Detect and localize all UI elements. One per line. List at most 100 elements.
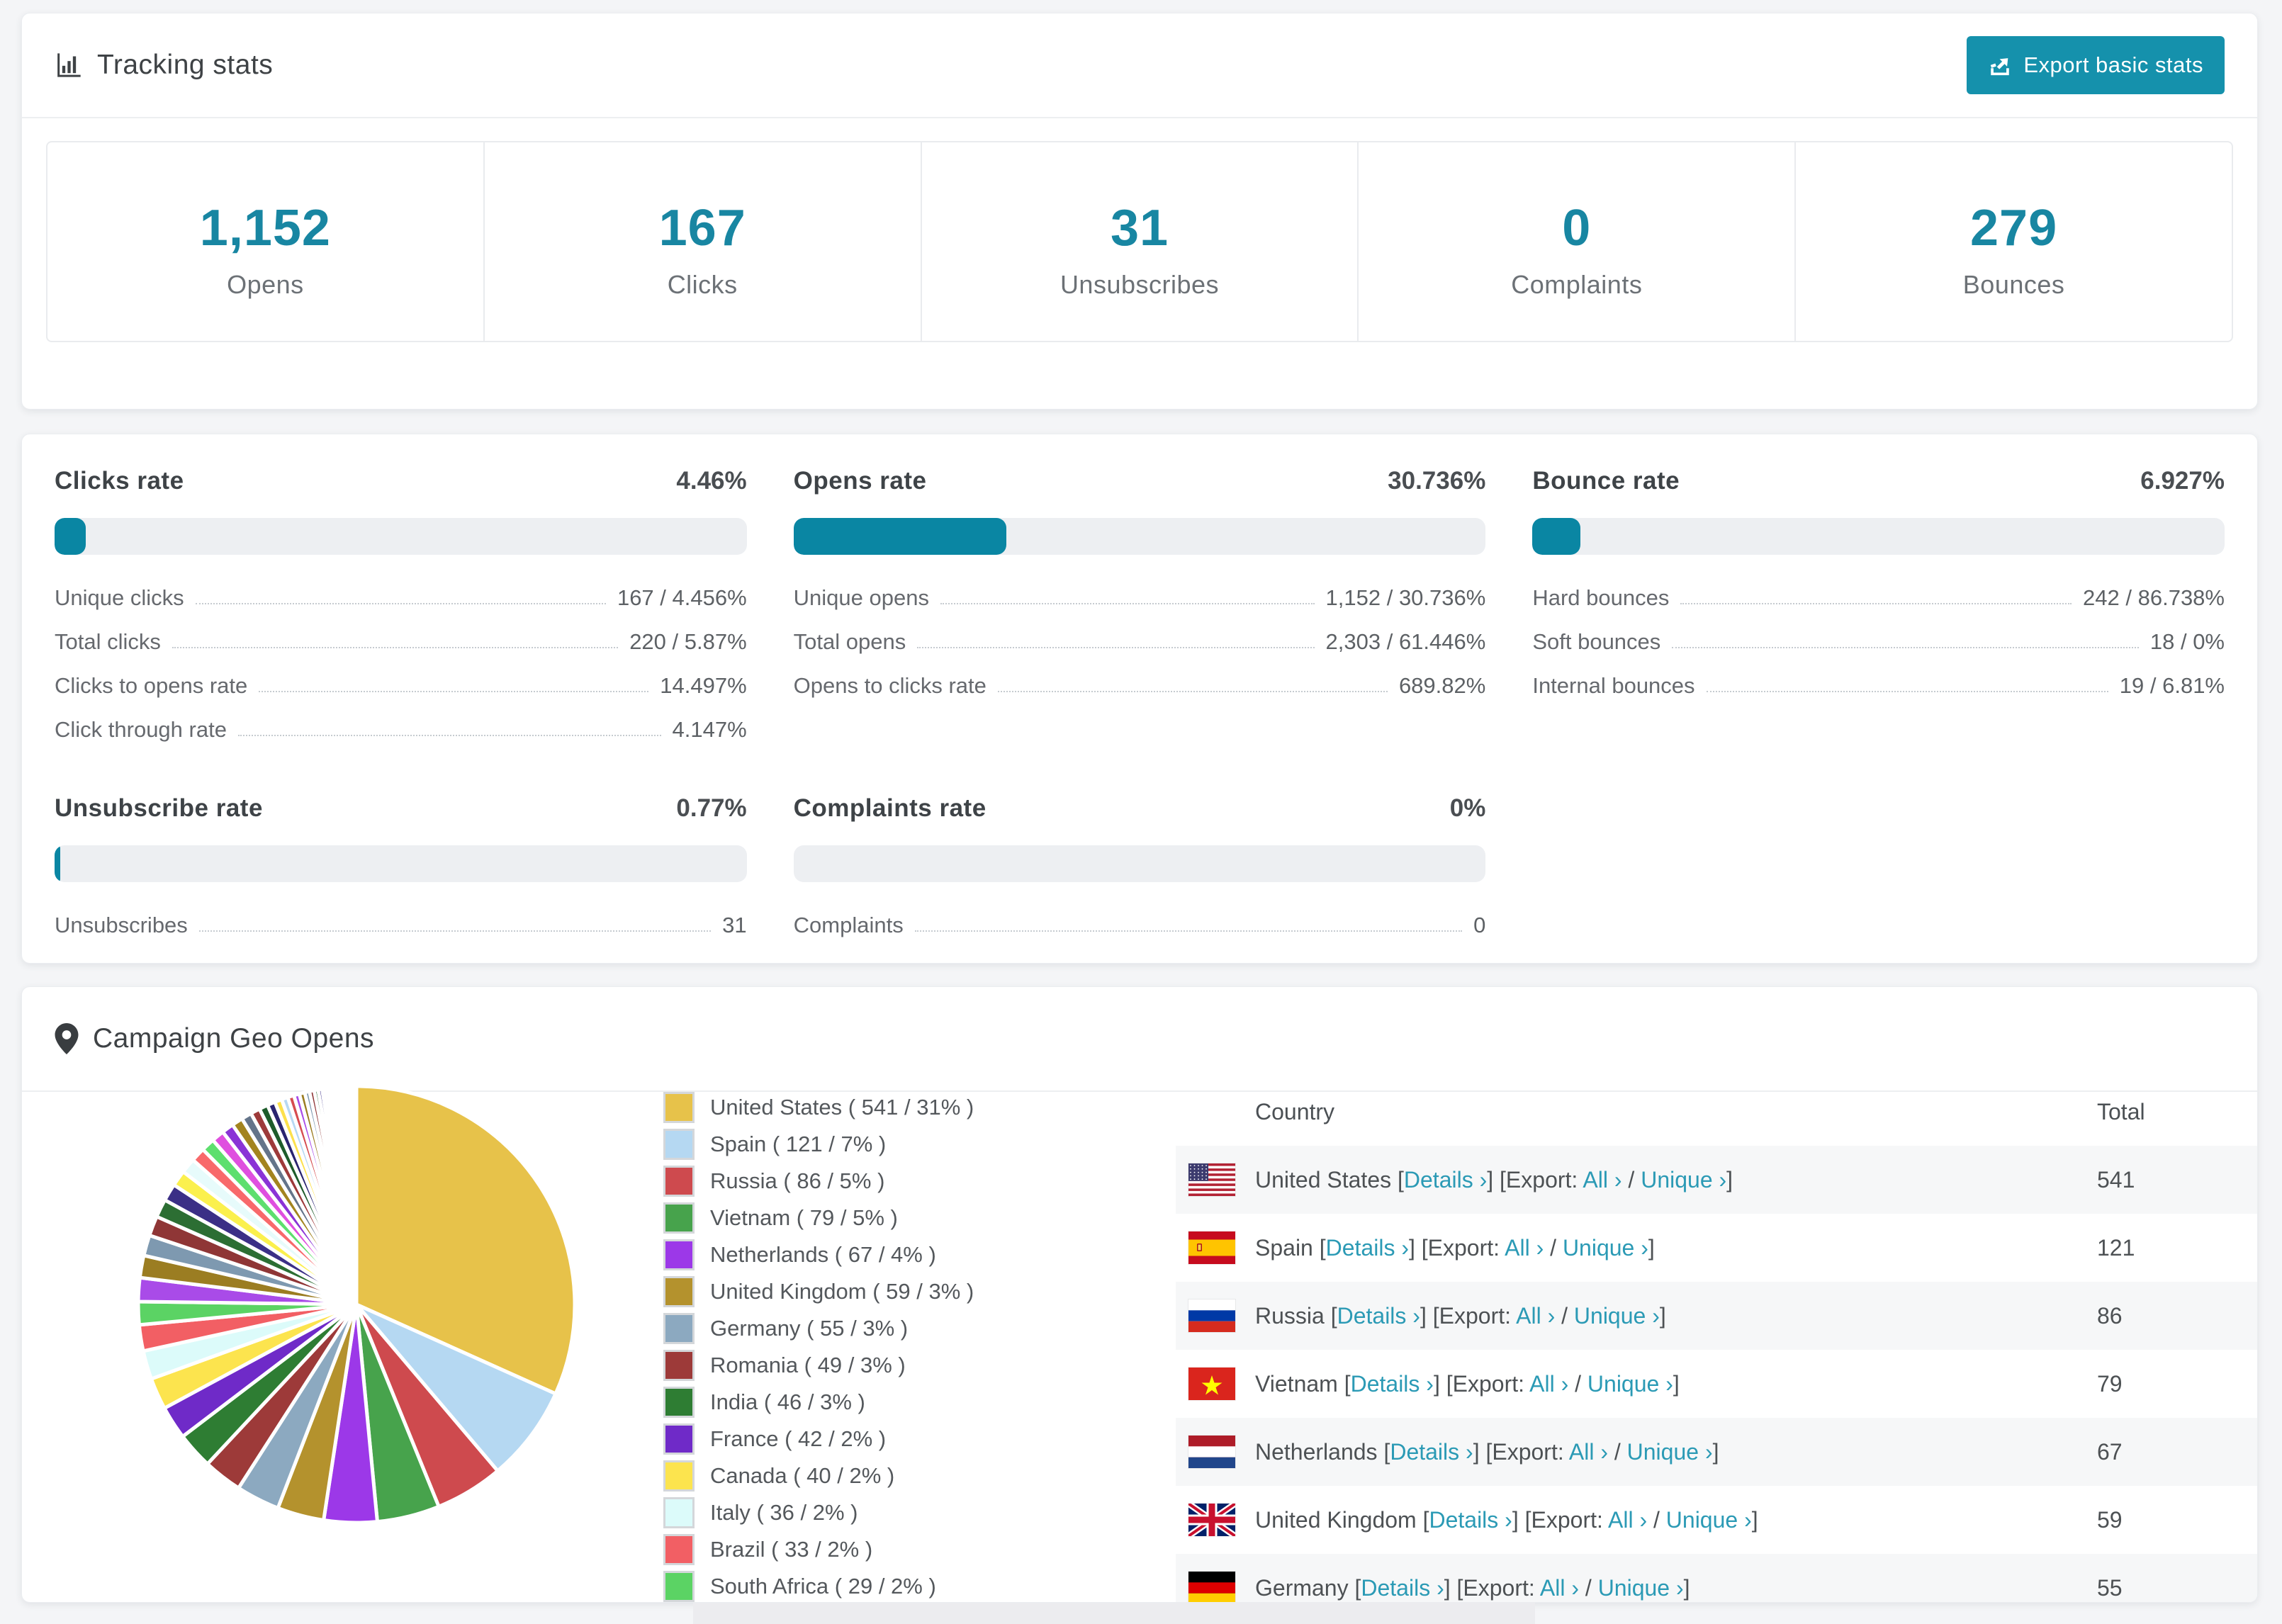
export-unique-link[interactable]: Unique › — [1598, 1575, 1684, 1601]
bounce-rate-progress-fill — [1532, 518, 1580, 555]
total-cell: 541 — [2097, 1166, 2135, 1192]
legend-swatch — [663, 1313, 695, 1344]
detail-row: Unique clicks 167 / 4.456% — [55, 576, 747, 620]
country-name: United Kingdom — [1255, 1506, 1417, 1533]
detail-label: Clicks to opens rate — [55, 673, 248, 698]
export-all-link[interactable]: All › — [1583, 1167, 1621, 1192]
legend-label: Canada ( 40 / 2% ) — [710, 1463, 895, 1488]
summary-label: Unsubscribes — [1060, 270, 1220, 299]
complaints-rate-progress-bar — [793, 845, 1486, 882]
flag-de-icon — [1176, 1572, 1255, 1602]
detail-value: 31 — [722, 913, 747, 937]
geo-title: Campaign Geo Opens — [93, 1023, 375, 1054]
detail-value: 4.147% — [672, 717, 747, 742]
legend-label: United Kingdom ( 59 / 3% ) — [710, 1279, 974, 1304]
campaign-geo-opens-card: Campaign Geo Opens United States ( 541 /… — [21, 986, 2258, 1603]
legend-swatch — [663, 1239, 695, 1270]
summary-cell-opens: 1,152 Opens — [47, 142, 485, 341]
dotted-leader — [997, 691, 1388, 692]
legend-item-netherlands: Netherlands ( 67 / 4% ) — [663, 1239, 974, 1270]
detail-value: 19 / 6.81% — [2119, 673, 2225, 698]
map-marker-icon — [55, 1023, 79, 1054]
summary-cell-complaints: 0 Complaints — [1359, 142, 1797, 341]
details-link[interactable]: Details › — [1326, 1235, 1409, 1261]
export-unique-link[interactable]: Unique › — [1666, 1507, 1752, 1533]
details-link[interactable]: Details › — [1351, 1371, 1434, 1397]
export-all-link[interactable]: All › — [1529, 1371, 1568, 1397]
geo-pie-legend: United States ( 541 / 31% ) Spain ( 121 /… — [663, 1092, 974, 1602]
legend-item-canada: Canada ( 40 / 2% ) — [663, 1460, 974, 1492]
details-link[interactable]: Details › — [1361, 1575, 1444, 1601]
summary-cell-unsubscribes: 31 Unsubscribes — [922, 142, 1359, 341]
summary-value: 0 — [1562, 200, 1592, 256]
export-unique-link[interactable]: Unique › — [1587, 1371, 1673, 1397]
summary-value: 1,152 — [199, 200, 331, 256]
details-link[interactable]: Details › — [1390, 1439, 1473, 1465]
detail-label: Hard bounces — [1532, 585, 1670, 610]
bottom-scroll-shadow — [693, 1603, 1535, 1624]
legend-swatch — [663, 1387, 695, 1418]
dotted-leader — [1706, 691, 2108, 692]
total-cell: 86 — [2097, 1302, 2123, 1329]
complaints-rate-title: Complaints rate — [793, 794, 987, 822]
export-all-link[interactable]: All › — [1569, 1439, 1608, 1465]
total-cell: 67 — [2097, 1438, 2123, 1465]
export-basic-stats-button[interactable]: Export basic stats — [1967, 36, 2225, 94]
geo-header: Campaign Geo Opens — [22, 987, 2257, 1092]
geo-pie-chart — [130, 1078, 583, 1531]
legend-label: Germany ( 55 / 3% ) — [710, 1316, 909, 1341]
table-row-nl: Netherlands [Details ›] [Export: All › /… — [1176, 1418, 2257, 1486]
legend-item-romania: Romania ( 49 / 3% ) — [663, 1350, 974, 1381]
export-all-link[interactable]: All › — [1540, 1575, 1579, 1601]
export-unique-link[interactable]: Unique › — [1563, 1235, 1648, 1261]
opens-rate-title: Opens rate — [793, 467, 927, 495]
detail-row: Click through rate 4.147% — [55, 708, 747, 752]
country-name: Spain — [1255, 1234, 1313, 1261]
flag-gb-icon — [1176, 1504, 1255, 1536]
country-cell: Germany [Details ›] [Export: All › / Uni… — [1255, 1574, 1690, 1601]
detail-label: Internal bounces — [1532, 673, 1695, 698]
total-cell: 55 — [2097, 1574, 2123, 1601]
detail-value: 1,152 / 30.736% — [1325, 585, 1486, 610]
details-link[interactable]: Details › — [1404, 1167, 1487, 1192]
detail-value: 18 / 0% — [2149, 629, 2225, 654]
country-name: Netherlands — [1255, 1438, 1378, 1465]
country-cell: Spain [Details ›] [Export: All › / Uniqu… — [1255, 1234, 1655, 1261]
detail-row: Total clicks 220 / 5.87% — [55, 620, 747, 664]
dotted-leader — [914, 930, 1463, 932]
details-link[interactable]: Details › — [1337, 1303, 1420, 1329]
legend-label: Russia ( 86 / 5% ) — [710, 1168, 885, 1193]
detail-value: 0 — [1473, 913, 1486, 937]
export-all-link[interactable]: All › — [1516, 1303, 1555, 1329]
detail-value: 167 / 4.456% — [617, 585, 747, 610]
total-cell: 59 — [2097, 1506, 2123, 1533]
bounce-rate-progress-bar — [1532, 518, 2225, 555]
legend-label: France ( 42 / 2% ) — [710, 1426, 887, 1451]
total-column-header: Total — [2097, 1098, 2145, 1124]
export-unique-link[interactable]: Unique › — [1627, 1439, 1713, 1465]
unsubscribe-rate-progress-fill — [55, 845, 60, 882]
summary-label: Complaints — [1511, 270, 1643, 299]
bar-chart-icon — [55, 51, 83, 79]
export-unique-link[interactable]: Unique › — [1574, 1303, 1660, 1329]
export-button-label: Export basic stats — [2023, 52, 2203, 77]
unsubscribe-rate-value: 0.77% — [676, 794, 747, 822]
summary-label: Bounces — [1962, 270, 2065, 299]
export-all-link[interactable]: All › — [1505, 1235, 1544, 1261]
table-row-us: United States [Details ›] [Export: All ›… — [1176, 1146, 2257, 1214]
legend-label: India ( 46 / 3% ) — [710, 1389, 865, 1414]
country-name: Germany — [1255, 1574, 1349, 1601]
clicks-rate-title: Clicks rate — [55, 467, 184, 495]
legend-item-france: France ( 42 / 2% ) — [663, 1423, 974, 1455]
clicks-rate-progress-bar — [55, 518, 747, 555]
legend-swatch — [663, 1460, 695, 1492]
details-link[interactable]: Details › — [1429, 1507, 1512, 1533]
unsubscribe-rate-progress-bar — [55, 845, 747, 882]
legend-label: Brazil ( 33 / 2% ) — [710, 1537, 873, 1562]
dotted-leader — [1680, 603, 2072, 604]
export-unique-link[interactable]: Unique › — [1641, 1167, 1726, 1192]
export-all-link[interactable]: All › — [1608, 1507, 1647, 1533]
table-row-de: Germany [Details ›] [Export: All › / Uni… — [1176, 1554, 2257, 1602]
detail-label: Soft bounces — [1532, 629, 1661, 654]
detail-row: Soft bounces 18 / 0% — [1532, 620, 2225, 664]
